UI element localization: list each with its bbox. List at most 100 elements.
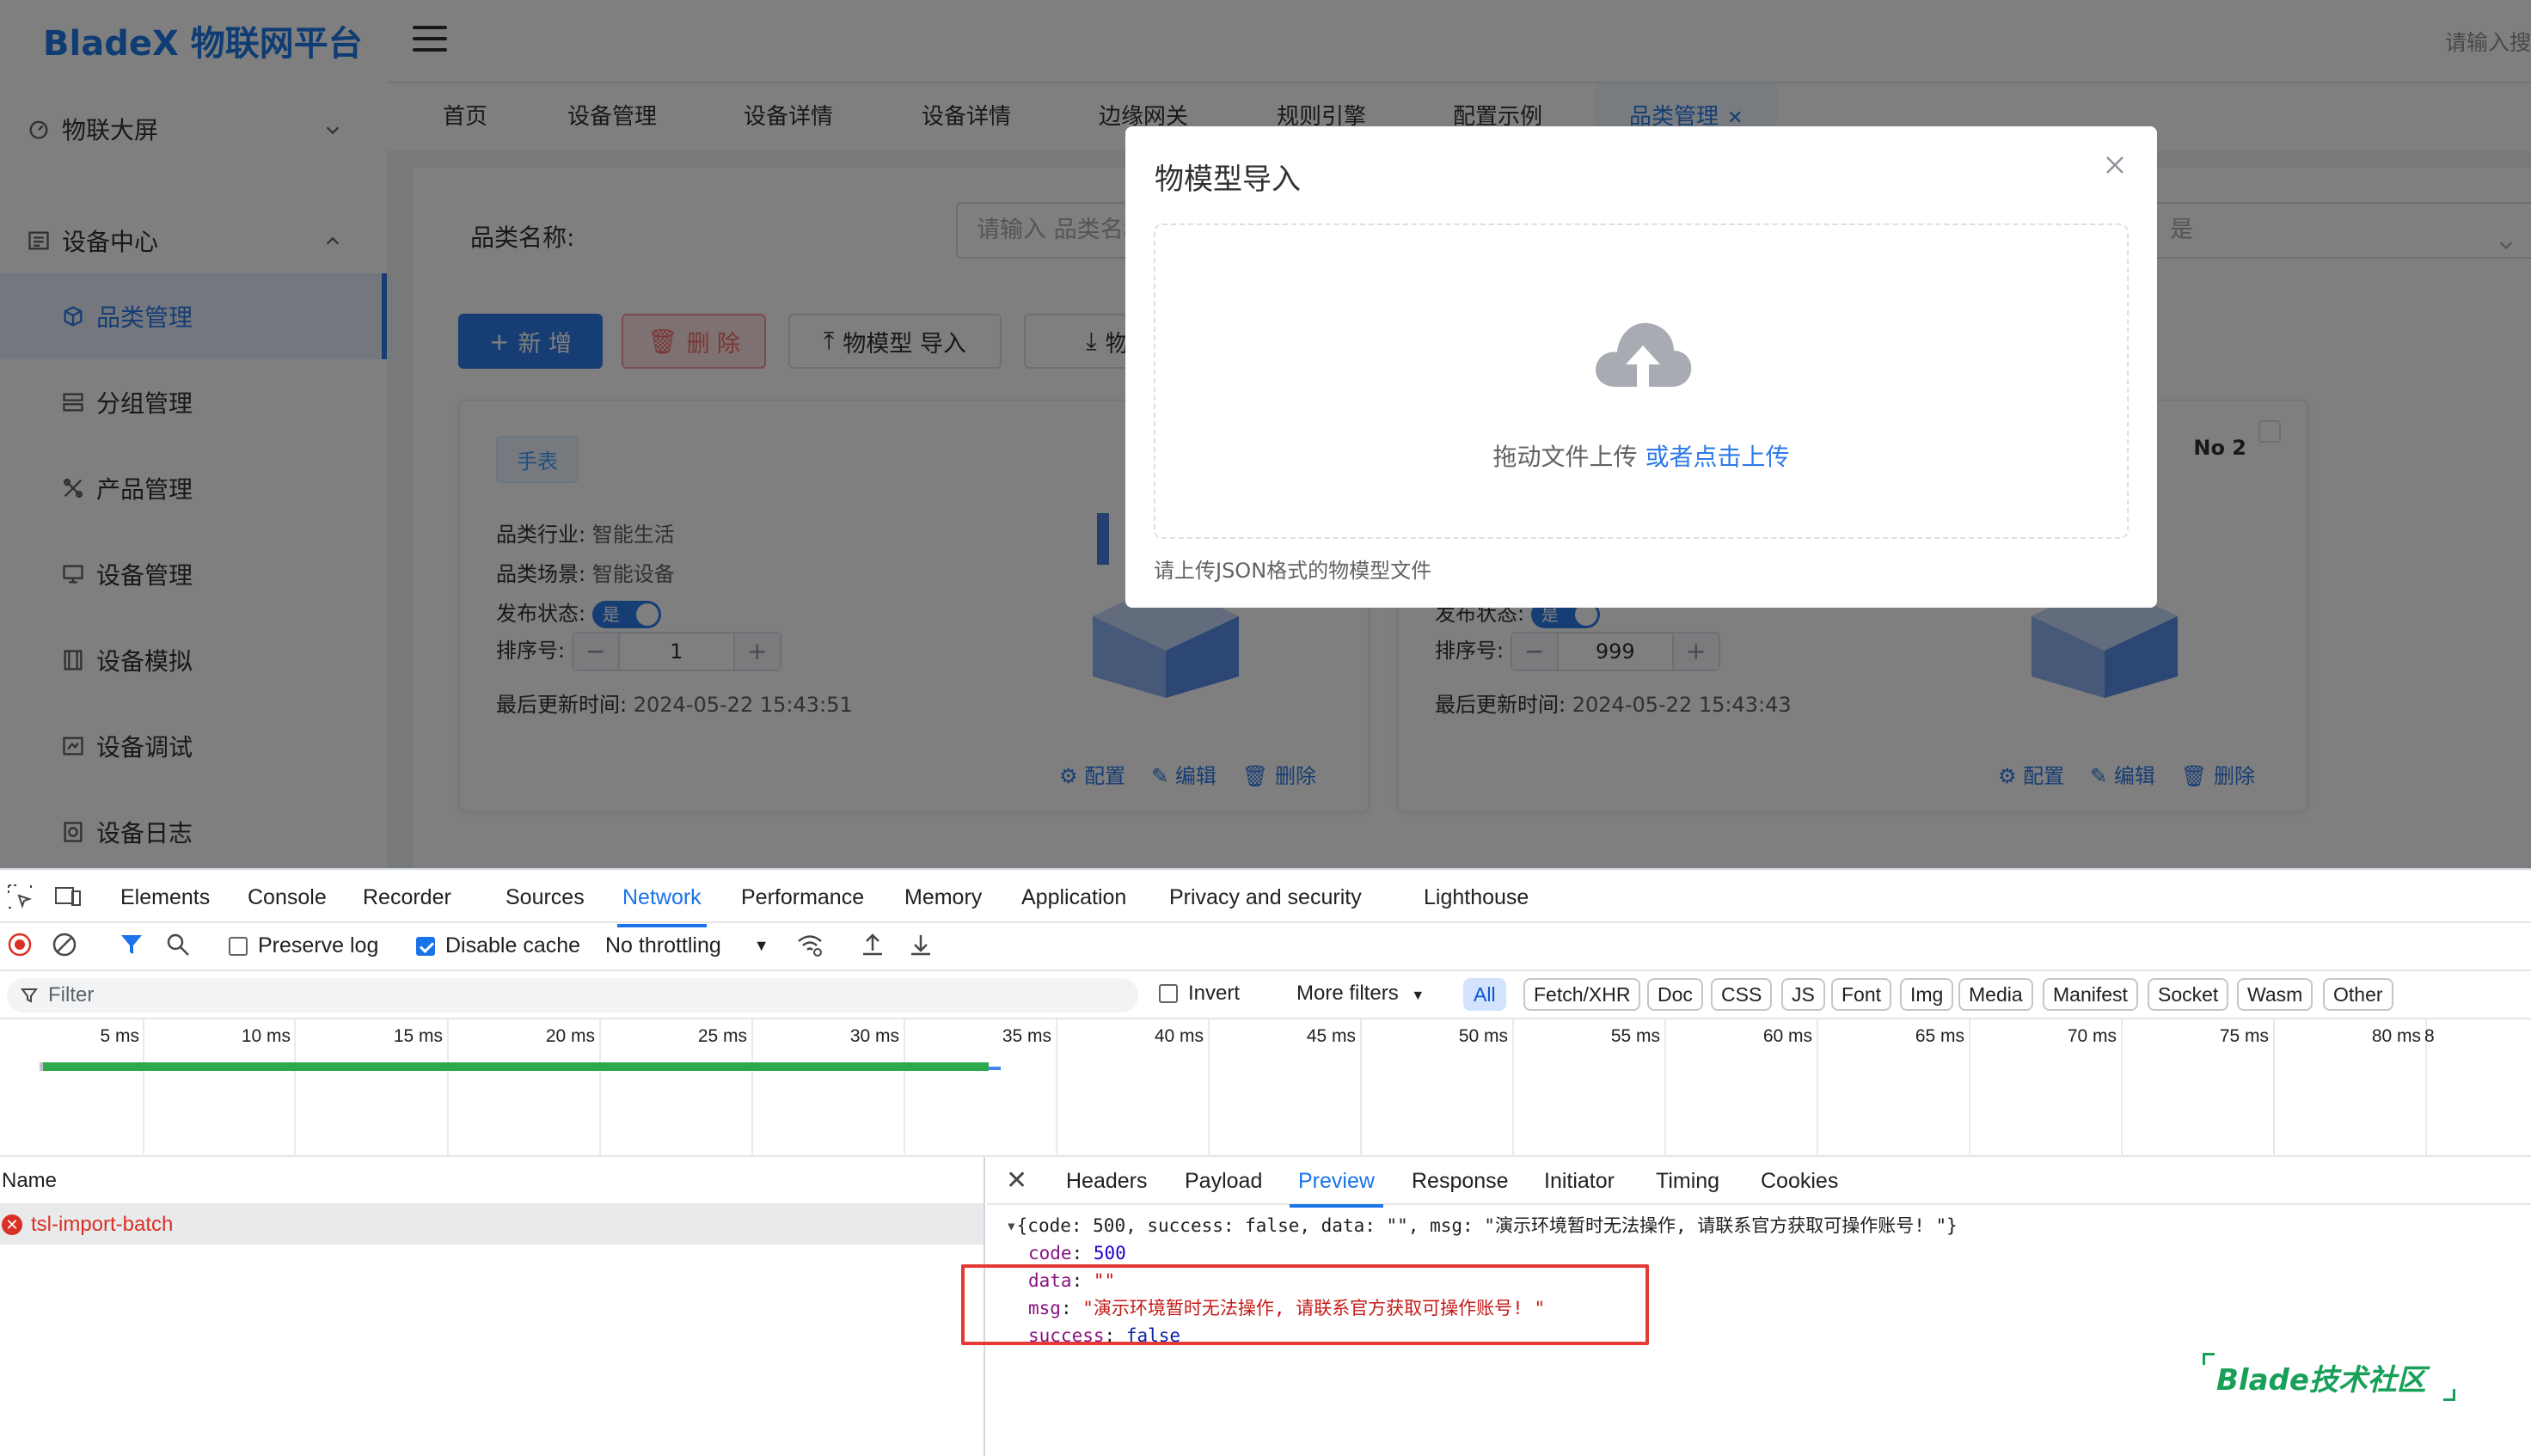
json-key: code	[1028, 1243, 1072, 1263]
filter-type-font[interactable]: Font	[1831, 978, 1892, 1011]
click-upload-link[interactable]: 或者点击上传	[1645, 443, 1789, 471]
devtools-main-tabs: Elements Console Recorder Sources Networ…	[0, 868, 2531, 927]
detail-tab-headers[interactable]: Headers	[1066, 1169, 1148, 1194]
upload-dropzone[interactable]: 拖动文件上传 或者点击上传	[1154, 223, 2129, 539]
filter-type-css[interactable]: CSS	[1711, 978, 1773, 1011]
timeline-gridline	[2121, 1019, 2123, 1157]
filter-type-socket[interactable]: Socket	[2148, 978, 2229, 1011]
request-row[interactable]: ✕ tsl-import-batch	[0, 1205, 984, 1245]
preserve-log-checkbox[interactable]: Preserve log	[229, 933, 378, 958]
more-filters-dropdown[interactable]: More filters ▼	[1296, 982, 1425, 1006]
name-column-header[interactable]: Name	[0, 1157, 984, 1205]
filter-type-js[interactable]: JS	[1781, 978, 1825, 1011]
timeline-tick: 75 ms	[2219, 1026, 2269, 1046]
devtools-tab-network[interactable]: Network	[617, 885, 707, 927]
filter-type-all[interactable]: All	[1463, 978, 1506, 1011]
checkbox-box	[416, 936, 435, 956]
devtools-tab-privacy[interactable]: Privacy and security	[1169, 885, 1362, 910]
detail-tab-payload[interactable]: Payload	[1185, 1169, 1262, 1194]
filter-type-manifest[interactable]: Manifest	[2043, 978, 2138, 1011]
devtools-tab-performance[interactable]: Performance	[741, 885, 864, 910]
search-icon[interactable]	[165, 932, 191, 957]
devtools-tab-elements[interactable]: Elements	[120, 885, 210, 910]
filter-type-wasm[interactable]: Wasm	[2237, 978, 2313, 1011]
throttling-select[interactable]: No throttling ▼	[605, 933, 769, 958]
request-list: Name ✕ tsl-import-batch	[0, 1157, 985, 1456]
export-har-icon[interactable]	[908, 932, 934, 957]
timeline-tick: 40 ms	[1154, 1026, 1204, 1046]
device-toolbar-icon[interactable]	[53, 882, 83, 911]
cloud-upload-icon	[1595, 322, 1692, 387]
devtools-tab-sources[interactable]: Sources	[506, 885, 585, 910]
import-har-icon[interactable]	[860, 932, 886, 957]
watermark-corner	[2203, 1353, 2215, 1365]
expand-triangle-icon[interactable]: ▾	[1006, 1215, 1017, 1236]
drop-text: 拖动文件上传	[1492, 443, 1638, 471]
checkbox-box	[229, 936, 248, 956]
caret-down-icon: ▼	[1411, 988, 1425, 1003]
detail-tab-initiator[interactable]: Initiator	[1544, 1169, 1615, 1194]
timeline-tick: 30 ms	[849, 1026, 899, 1046]
timeline-gridline	[1969, 1019, 1970, 1157]
timeline-gridline	[294, 1019, 296, 1157]
timeline-tick: 70 ms	[2067, 1026, 2117, 1046]
timeline-gridline	[447, 1019, 449, 1157]
record-stop-icon[interactable]	[7, 932, 33, 957]
close-icon[interactable]: ✕	[1006, 1165, 1027, 1196]
devtools-tab-lighthouse[interactable]: Lighthouse	[1424, 885, 1529, 910]
devtools-tab-application[interactable]: Application	[1021, 885, 1126, 910]
invert-label: Invert	[1188, 982, 1241, 1005]
import-model-dialog: 物模型导入 拖动文件上传 或者点击上传 请上传JSON格式的物模型文件	[1125, 126, 2157, 608]
timeline-tick: 8	[2424, 1026, 2435, 1046]
detail-tab-cookies[interactable]: Cookies	[1761, 1169, 1838, 1194]
timeline-gridline	[904, 1019, 905, 1157]
network-toolbar: Preserve log Disable cache No throttling…	[0, 923, 2531, 971]
timeline-tick: 15 ms	[393, 1026, 443, 1046]
json-code-line: code: 500	[1028, 1243, 1126, 1263]
devtools-tab-console[interactable]: Console	[248, 885, 327, 910]
request-name: tsl-import-batch	[31, 1213, 174, 1236]
filter-input[interactable]: Filter	[7, 978, 1138, 1012]
timeline-tick: 80 ms	[2371, 1026, 2421, 1046]
inspect-element-icon[interactable]	[5, 882, 34, 911]
devtools-panel: Elements Console Recorder Sources Networ…	[0, 868, 2531, 1456]
timeline-tick: 5 ms	[100, 1026, 139, 1046]
upload-tip: 请上传JSON格式的物模型文件	[1154, 559, 1432, 583]
filter-type-other[interactable]: Other	[2323, 978, 2393, 1011]
disable-cache-checkbox[interactable]: Disable cache	[416, 933, 580, 958]
json-summary: {code: 500, success: false, data: "", ms…	[1016, 1215, 1958, 1236]
detail-tab-preview[interactable]: Preview	[1290, 1169, 1383, 1208]
clear-icon[interactable]	[52, 932, 77, 957]
timeline-gridline	[751, 1019, 753, 1157]
devtools-tab-recorder[interactable]: Recorder	[363, 885, 451, 910]
close-icon[interactable]	[2102, 152, 2128, 178]
filter-type-fetch-xhr[interactable]: Fetch/XHR	[1523, 978, 1641, 1011]
timeline-tick: 50 ms	[1458, 1026, 1508, 1046]
filter-type-media[interactable]: Media	[1958, 978, 2033, 1011]
timeline-tick: 45 ms	[1306, 1026, 1356, 1046]
network-timeline[interactable]: 5 ms 10 ms 15 ms 20 ms 25 ms 30 ms 35 ms…	[0, 1019, 2531, 1157]
timeline-tick: 20 ms	[545, 1026, 595, 1046]
detail-tab-timing[interactable]: Timing	[1656, 1169, 1719, 1194]
disable-cache-label: Disable cache	[445, 933, 581, 957]
network-conditions-icon[interactable]	[796, 932, 824, 957]
devtools-tab-memory[interactable]: Memory	[904, 885, 982, 910]
timeline-gridline	[599, 1019, 601, 1157]
timeline-tick: 60 ms	[1762, 1026, 1812, 1046]
dialog-title: 物模型导入	[1155, 162, 1301, 197]
timeline-gridline	[1208, 1019, 1210, 1157]
timeline-request-bar	[40, 1062, 989, 1071]
json-value: 500	[1093, 1243, 1126, 1263]
filter-type-doc[interactable]: Doc	[1647, 978, 1703, 1011]
timeline-gridline	[1360, 1019, 1362, 1157]
json-summary-line[interactable]: ▾{code: 500, success: false, data: "", m…	[1006, 1212, 1958, 1239]
caret-down-icon: ▼	[753, 937, 769, 954]
invert-checkbox[interactable]: Invert	[1159, 982, 1240, 1006]
timeline-tick: 65 ms	[1915, 1026, 1964, 1046]
filter-type-img[interactable]: Img	[1900, 978, 1954, 1011]
filter-placeholder: Filter	[48, 983, 95, 1006]
checkbox-box	[1159, 984, 1178, 1003]
dropzone-text: 拖动文件上传 或者点击上传	[1155, 438, 2127, 473]
detail-tab-response[interactable]: Response	[1412, 1169, 1509, 1194]
filter-funnel-icon[interactable]	[119, 932, 144, 957]
